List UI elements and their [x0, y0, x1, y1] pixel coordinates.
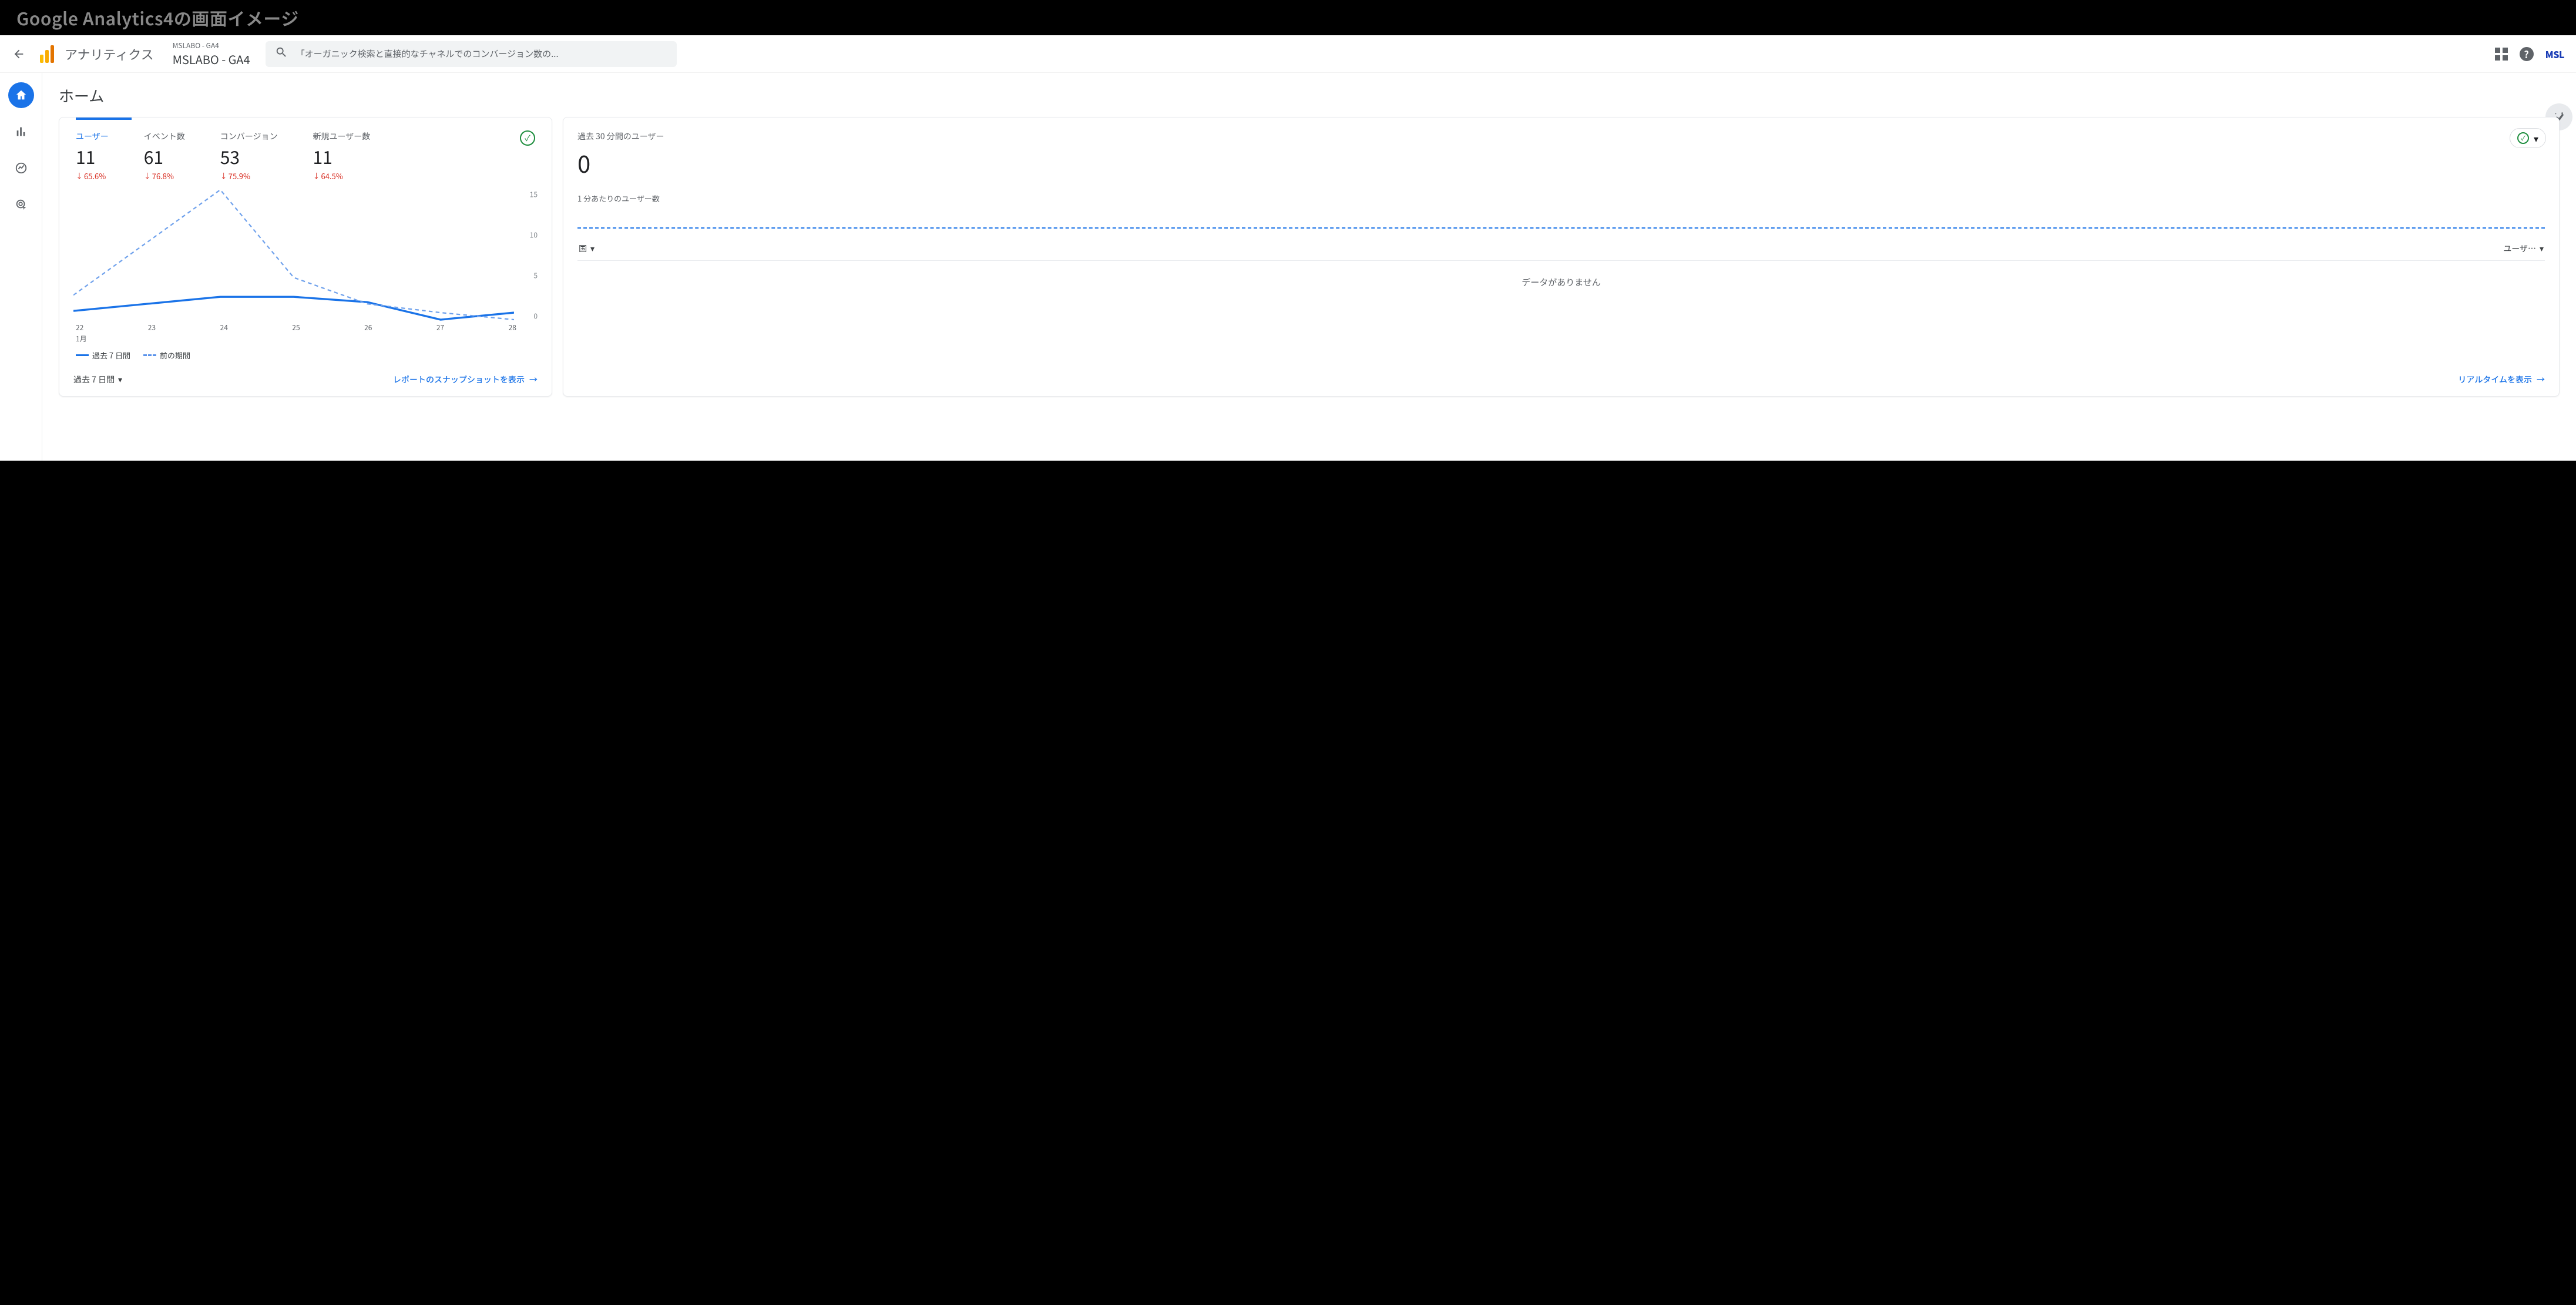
metric-delta: ↓65.6%	[76, 170, 109, 182]
dimension-header-row: 国 ▾ ユーザ… ▾	[577, 237, 2545, 261]
arrow-down-icon: ↓	[313, 171, 320, 181]
realtime-subtitle: 1 分あたりのユーザー数	[577, 193, 2545, 204]
sidebar	[0, 73, 42, 461]
metric-users[interactable]: ユーザー 11 ↓65.6%	[76, 130, 109, 182]
status-check-icon[interactable]: ✓	[520, 130, 535, 146]
search-box[interactable]: 「オーガニック検索と直接的なチャネルでのコンバージョン数の...	[266, 41, 677, 67]
chart-legend: 過去 7 日間 前の期間	[59, 344, 552, 363]
realtime-title: 過去 30 分間のユーザー	[577, 130, 2545, 142]
sidebar-item-explore[interactable]	[8, 155, 34, 181]
selector-label: 国	[579, 243, 587, 254]
metric-value: 53	[220, 143, 278, 169]
chart-area: 15 10 5 0	[59, 186, 552, 321]
target-click-icon	[15, 198, 28, 211]
view-snapshot-link[interactable]: レポートのスナップショットを表示 →	[393, 374, 538, 385]
selector-label: ユーザ…	[2503, 243, 2536, 254]
link-label: レポートのスナップショットを表示	[393, 374, 525, 385]
arrow-right-icon: →	[2537, 374, 2545, 385]
legend-swatch-solid	[76, 354, 89, 356]
card-footer: リアルタイムを表示 →	[577, 374, 2545, 385]
y-tick: 0	[533, 311, 538, 321]
x-axis-sublabel: 1月	[59, 334, 552, 344]
selector-label: 過去 7 日間	[73, 374, 115, 385]
y-tick: 5	[533, 270, 538, 280]
apps-grid-icon[interactable]	[2495, 48, 2508, 61]
dimension-selector-left[interactable]: 国 ▾	[579, 243, 595, 254]
card-footer: 過去 7 日間 ▾ レポートのスナップショットを表示 →	[59, 363, 552, 396]
realtime-card: ✓ ▾ 過去 30 分間のユーザー 0 1 分あたりのユーザー数 国 ▾ ユーザ…	[563, 117, 2560, 397]
metric-label: コンバージョン	[220, 130, 278, 142]
account-badge[interactable]: MSL	[2545, 47, 2564, 61]
no-data-message: データがありません	[577, 261, 2545, 304]
outer-overlay-title: Google Analytics4の画面イメージ	[0, 0, 2576, 35]
metric-label: 新規ユーザー数	[313, 130, 370, 142]
chevron-down-icon: ▾	[590, 243, 595, 254]
legend-swatch-dash	[143, 354, 156, 356]
metric-conversions[interactable]: コンバージョン 53 ↓75.9%	[220, 130, 278, 182]
topbar-right: ? MSL	[2495, 47, 2569, 61]
metric-delta: ↓76.8%	[144, 170, 185, 182]
property-sublabel: MSLABO - GA4	[173, 41, 250, 51]
chevron-down-icon: ▾	[2540, 243, 2544, 254]
search-icon	[275, 46, 288, 62]
metric-delta: ↓75.9%	[220, 170, 278, 182]
chevron-down-icon: ▾	[118, 374, 122, 385]
view-realtime-link[interactable]: リアルタイムを表示 →	[2458, 374, 2545, 385]
help-icon[interactable]: ?	[2520, 47, 2534, 61]
property-selector[interactable]: MSLABO - GA4 MSLABO - GA4	[173, 41, 250, 68]
metric-label: イベント数	[144, 130, 185, 142]
y-tick: 10	[530, 230, 538, 240]
arrow-down-icon: ↓	[76, 171, 83, 181]
sidebar-item-home[interactable]	[8, 82, 34, 108]
sparkline-placeholder	[577, 227, 2545, 229]
sidebar-item-advertising[interactable]	[8, 192, 34, 217]
body-row: ホーム ユーザー 11 ↓65.6% イベント数 61	[0, 73, 2576, 461]
legend-label: 前の期間	[160, 350, 190, 361]
realtime-value: 0	[577, 146, 2545, 180]
metric-value: 61	[144, 143, 185, 169]
metric-delta: ↓64.5%	[313, 170, 370, 182]
arrow-down-icon: ↓	[144, 171, 151, 181]
bar-chart-icon	[15, 125, 28, 138]
analytics-logo-icon	[40, 45, 54, 63]
trend-circle-icon	[15, 162, 28, 175]
legend-previous: 前の期間	[143, 350, 190, 361]
overview-card: ユーザー 11 ↓65.6% イベント数 61 ↓76.8% コンバージョン 5…	[59, 117, 552, 397]
main-content: ホーム ユーザー 11 ↓65.6% イベント数 61	[42, 73, 2576, 461]
link-label: リアルタイムを表示	[2458, 374, 2532, 385]
property-main-label: MSLABO - GA4	[173, 51, 250, 68]
check-circle-icon: ✓	[2517, 132, 2529, 144]
metric-label: ユーザー	[76, 130, 109, 142]
topbar: アナリティクス MSLABO - GA4 MSLABO - GA4 「オーガニッ…	[0, 35, 2576, 73]
cards-row: ユーザー 11 ↓65.6% イベント数 61 ↓76.8% コンバージョン 5…	[59, 117, 2560, 397]
status-pill[interactable]: ✓ ▾	[2510, 128, 2546, 148]
arrow-down-icon: ↓	[220, 171, 227, 181]
metric-new-users[interactable]: 新規ユーザー数 11 ↓64.5%	[313, 130, 370, 182]
search-placeholder-text: 「オーガニック検索と直接的なチャネルでのコンバージョン数の...	[296, 48, 667, 60]
metric-value: 11	[313, 143, 370, 169]
arrow-left-icon	[12, 48, 25, 61]
legend-label: 過去 7 日間	[92, 350, 130, 361]
metric-events[interactable]: イベント数 61 ↓76.8%	[144, 130, 185, 182]
legend-current: 過去 7 日間	[76, 350, 130, 361]
app-name: アナリティクス	[65, 45, 154, 63]
page-title: ホーム	[59, 85, 2560, 106]
app-window: アナリティクス MSLABO - GA4 MSLABO - GA4 「オーガニッ…	[0, 35, 2576, 461]
y-tick: 15	[530, 189, 538, 199]
metric-value: 11	[76, 143, 109, 169]
date-range-selector[interactable]: 過去 7 日間 ▾	[73, 374, 122, 385]
dimension-selector-right[interactable]: ユーザ… ▾	[2503, 243, 2544, 254]
home-icon	[15, 89, 28, 102]
metrics-row: ユーザー 11 ↓65.6% イベント数 61 ↓76.8% コンバージョン 5…	[59, 120, 552, 186]
line-chart	[73, 190, 514, 321]
back-button[interactable]	[7, 42, 31, 66]
arrow-right-icon: →	[529, 374, 538, 385]
sidebar-item-reports[interactable]	[8, 119, 34, 145]
chevron-down-icon: ▾	[2534, 131, 2538, 145]
